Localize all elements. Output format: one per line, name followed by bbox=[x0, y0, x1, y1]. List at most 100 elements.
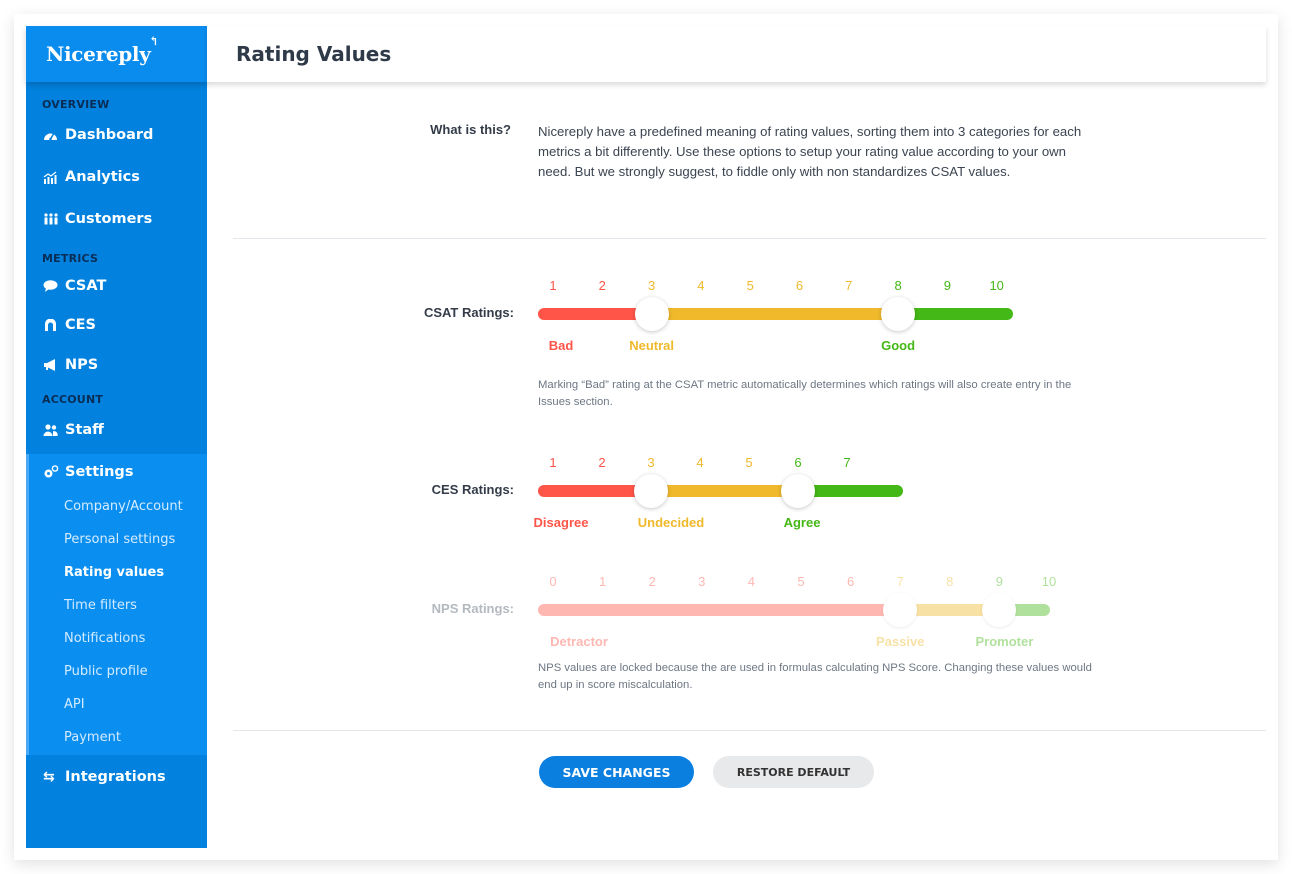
csat-category-mid: Neutral bbox=[629, 338, 674, 353]
ces-category-mid: Undecided bbox=[637, 515, 705, 530]
csat-scale-value: 5 bbox=[746, 278, 754, 293]
settings-subitem-payment[interactable]: Payment bbox=[29, 721, 207, 754]
ces-slider-handle-high[interactable] bbox=[781, 474, 815, 508]
analytics-chart-icon bbox=[43, 171, 63, 184]
settings-subitem-personal-settings[interactable]: Personal settings bbox=[29, 523, 207, 556]
megaphone-icon bbox=[43, 359, 63, 371]
nps-scale-value: 5 bbox=[797, 574, 805, 589]
csat-category-low: Bad bbox=[548, 338, 574, 353]
nps-scale-value: 2 bbox=[648, 574, 656, 589]
sidebar-item-ces[interactable]: CES bbox=[26, 305, 207, 345]
settings-subitem-api[interactable]: API bbox=[29, 688, 207, 721]
settings-subitem-notifications[interactable]: Notifications bbox=[29, 622, 207, 655]
ces-category-low: Disagree bbox=[533, 515, 589, 530]
sidebar-item-customers[interactable]: Customers bbox=[26, 199, 207, 239]
nps-scale-value: 7 bbox=[896, 574, 904, 589]
settings-subitem-rating-values[interactable]: Rating values bbox=[29, 556, 207, 589]
ces-scale-value: 7 bbox=[843, 455, 851, 470]
sidebar: Nicereply ↰ OVERVIEW Dashboard Analytics … bbox=[26, 26, 207, 848]
nps-scale-value: 4 bbox=[747, 574, 756, 589]
divider bbox=[233, 238, 1266, 239]
sidebar-item-label: Dashboard bbox=[65, 127, 154, 143]
csat-note: Marking “Bad” rating at the CSAT metric … bbox=[538, 379, 1072, 408]
info-label: What is this? bbox=[430, 122, 511, 137]
nps-scale-value: 1 bbox=[598, 574, 607, 589]
ces-category-high: Agree bbox=[783, 515, 821, 530]
save-changes-button[interactable]: SAVE CHANGES bbox=[539, 756, 694, 788]
settings-subitem-time-filters[interactable]: Time filters bbox=[29, 589, 207, 622]
exchange-arrows-icon: ⇆ bbox=[43, 769, 55, 785]
divider bbox=[233, 730, 1266, 731]
nps-slider-handle-low bbox=[883, 593, 918, 627]
nps-scale-value: 6 bbox=[846, 574, 855, 589]
nps-note: NPS values are locked because the are us… bbox=[538, 662, 1092, 691]
settings-subitem-public-profile[interactable]: Public profile bbox=[29, 655, 207, 688]
ces-segment-neutral bbox=[651, 485, 798, 497]
sidebar-item-integrations[interactable]: ⇆ Integrations bbox=[26, 755, 207, 799]
rating-values-form: What is this? Nicereply have a predefine… bbox=[207, 82, 1266, 848]
staff-users-icon bbox=[43, 424, 63, 436]
nps-scale-value: 9 bbox=[995, 574, 1004, 589]
csat-slider-handle-high[interactable] bbox=[881, 297, 916, 331]
sidebar-item-csat[interactable]: CSAT bbox=[26, 267, 207, 305]
settings-subitem-company-account[interactable]: Company/Account bbox=[29, 490, 207, 523]
csat-scale-value: 3 bbox=[647, 278, 656, 293]
csat-scale-value: 7 bbox=[845, 278, 853, 293]
nps-rating-label: NPS Ratings: bbox=[431, 601, 514, 616]
ces-slider-handle-low[interactable] bbox=[634, 474, 668, 508]
ces-slider-track[interactable] bbox=[538, 485, 903, 497]
brand-name: Nicereply ↰ bbox=[46, 34, 159, 66]
speech-bubble-icon bbox=[43, 280, 63, 292]
nps-slider-handle-high bbox=[982, 593, 1017, 627]
csat-scale-value: 2 bbox=[598, 278, 606, 293]
ces-scale-value: 5 bbox=[745, 455, 753, 470]
csat-rating-label: CSAT Ratings: bbox=[423, 305, 514, 320]
csat-slider-handle-low[interactable] bbox=[634, 297, 669, 331]
section-account: ACCOUNT bbox=[42, 393, 104, 406]
ces-rating-label: CES Ratings: bbox=[431, 482, 514, 497]
csat-segment-good bbox=[898, 308, 1013, 320]
nps-scale-value: 3 bbox=[698, 574, 706, 589]
page-title: Rating Values bbox=[236, 42, 392, 66]
sidebar-item-label: Staff bbox=[65, 422, 104, 438]
sidebar-item-label: Integrations bbox=[65, 769, 166, 785]
section-overview: OVERVIEW bbox=[42, 98, 110, 111]
sidebar-item-staff[interactable]: Staff bbox=[26, 410, 207, 450]
sidebar-item-dashboard[interactable]: Dashboard bbox=[26, 115, 207, 155]
brand-logo[interactable]: Nicereply ↰ bbox=[26, 26, 207, 82]
csat-scale-value: 6 bbox=[795, 278, 804, 293]
csat-segment-neutral bbox=[651, 308, 899, 320]
csat-scale-value: 4 bbox=[697, 278, 705, 293]
sidebar-item-label: CES bbox=[65, 317, 96, 333]
nps-category-high: Promoter bbox=[975, 634, 1034, 649]
sidebar-item-analytics[interactable]: Analytics bbox=[26, 155, 207, 199]
sidebar-item-label: Settings bbox=[65, 464, 134, 480]
sidebar-item-label: CSAT bbox=[65, 278, 107, 294]
csat-category-high: Good bbox=[881, 338, 916, 353]
settings-group: Settings Company/Account Personal setting… bbox=[26, 454, 207, 755]
info-text: Nicereply have a predefined meaning of r… bbox=[538, 124, 1082, 179]
settings-submenu: Company/Account Personal settings Rating v… bbox=[29, 490, 207, 754]
nps-scale-value: 8 bbox=[946, 574, 954, 589]
sidebar-item-settings[interactable]: Settings bbox=[29, 454, 207, 490]
restore-default-button[interactable]: RESTORE DEFAULT bbox=[713, 756, 874, 788]
csat-scale-value: 10 bbox=[989, 278, 1004, 293]
csat-scale-value: 8 bbox=[894, 278, 902, 293]
sidebar-item-label: Analytics bbox=[65, 169, 140, 185]
ces-scale-value: 6 bbox=[794, 455, 802, 470]
nps-category-mid: Passive bbox=[875, 634, 925, 649]
sidebar-item-label: NPS bbox=[65, 357, 99, 373]
nps-segment-bad bbox=[538, 604, 901, 616]
nps-scale-value: 10 bbox=[1041, 574, 1057, 589]
csat-scale-value: 9 bbox=[943, 278, 952, 293]
ces-scale-value: 3 bbox=[647, 455, 655, 470]
nps-slider-track bbox=[538, 604, 1050, 616]
ces-icon bbox=[43, 318, 63, 332]
dashboard-gauge-icon bbox=[43, 130, 63, 141]
csat-slider-track[interactable] bbox=[538, 308, 1013, 320]
gears-icon bbox=[43, 465, 63, 479]
ces-scale-value: 1 bbox=[549, 455, 557, 470]
sidebar-item-nps[interactable]: NPS bbox=[26, 345, 207, 385]
nps-scale-value: 0 bbox=[549, 574, 557, 589]
sidebar-item-label: Customers bbox=[65, 211, 153, 227]
